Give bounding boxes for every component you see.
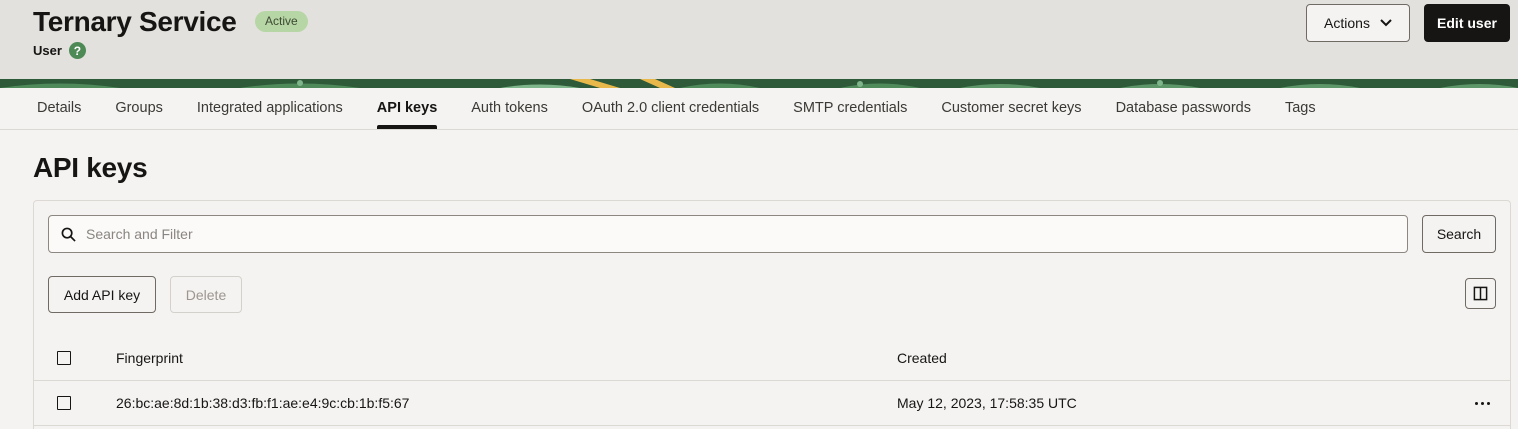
resource-type-label: User <box>33 43 62 58</box>
delete-button[interactable]: Delete <box>170 276 242 313</box>
tab-tags[interactable]: Tags <box>1268 88 1333 129</box>
column-header-fingerprint[interactable]: Fingerprint <box>116 350 183 366</box>
help-icon[interactable]: ? <box>68 42 86 59</box>
search-button[interactable]: Search <box>1422 215 1496 253</box>
tab-api-keys[interactable]: API keys <box>360 88 454 129</box>
more-horizontal-icon[interactable] <box>1470 393 1494 413</box>
search-input[interactable] <box>86 226 1386 242</box>
search-box <box>48 215 1408 253</box>
actions-button[interactable]: Actions <box>1306 4 1410 42</box>
decorative-banner <box>0 79 1518 88</box>
column-header-created[interactable]: Created <box>897 350 947 366</box>
fingerprint-cell: 26:bc:ae:8d:1b:38:d3:fb:f1:ae:e4:9c:cb:1… <box>116 395 410 411</box>
status-badge: Active <box>255 11 308 32</box>
tab-details[interactable]: Details <box>20 88 98 129</box>
tab-smtp-credentials[interactable]: SMTP credentials <box>776 88 924 129</box>
api-keys-panel: Search Add API key Delete Fingerprint Cr… <box>33 200 1511 429</box>
columns-icon <box>1473 286 1488 301</box>
columns-button[interactable] <box>1465 278 1496 309</box>
row-checkbox[interactable] <box>57 396 71 410</box>
add-api-key-button[interactable]: Add API key <box>48 276 156 313</box>
tab-customer-secret-keys[interactable]: Customer secret keys <box>924 88 1098 129</box>
chevron-down-icon <box>1380 19 1392 27</box>
tab-auth-tokens[interactable]: Auth tokens <box>454 88 565 129</box>
edit-user-button[interactable]: Edit user <box>1424 4 1510 42</box>
select-all-checkbox[interactable] <box>57 351 71 365</box>
table-row: 26:bc:ae:8d:1b:38:d3:fb:f1:ae:e4:9c:cb:1… <box>34 381 1510 426</box>
resource-type: User ? <box>33 42 86 59</box>
created-cell: May 12, 2023, 17:58:35 UTC <box>897 395 1077 411</box>
page-header: Ternary Service Active User ? Actions Ed… <box>0 0 1518 88</box>
search-icon <box>61 227 76 242</box>
api-keys-table: Fingerprint Created 26:bc:ae:8d:1b:38:d3… <box>34 336 1510 426</box>
tab-database-passwords[interactable]: Database passwords <box>1099 88 1268 129</box>
page-title-user: Ternary Service <box>33 6 237 37</box>
section-title: API keys <box>33 152 148 183</box>
tab-integrated-applications[interactable]: Integrated applications <box>180 88 360 129</box>
tab-bar: Details Groups Integrated applications A… <box>0 88 1518 130</box>
table-header-row: Fingerprint Created <box>34 336 1510 381</box>
tab-oauth-client-credentials[interactable]: OAuth 2.0 client credentials <box>565 88 776 129</box>
actions-button-label: Actions <box>1324 15 1370 31</box>
tab-groups[interactable]: Groups <box>98 88 180 129</box>
